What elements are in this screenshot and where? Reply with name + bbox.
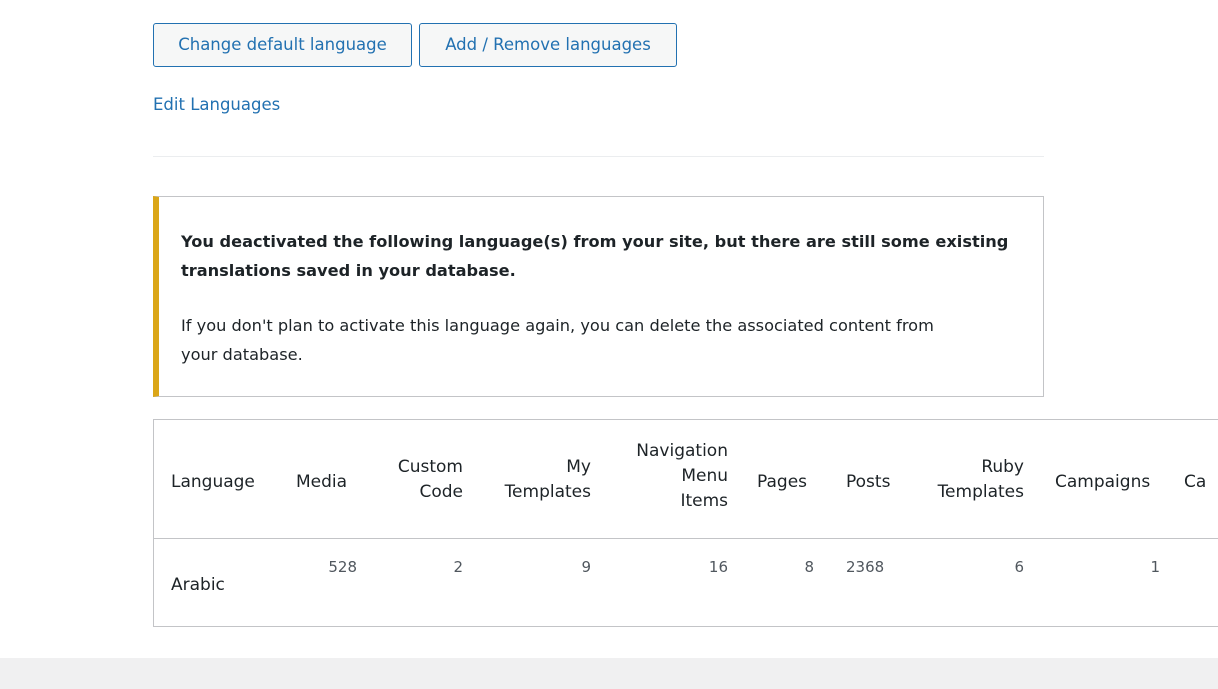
notice-heading: You deactivated the following language(s…	[181, 227, 1021, 285]
notice-heading-line-1: You deactivated the following language(s…	[181, 232, 1009, 251]
column-header-posts: Posts	[846, 472, 891, 492]
column-header-my-templates-line-2: Templates	[504, 482, 591, 502]
column-header-ruby-templates-line-1: Ruby	[981, 457, 1024, 477]
column-header-truncated: Ca	[1184, 472, 1207, 492]
notice-body-line-2: your database.	[181, 345, 303, 364]
column-header-pages: Pages	[757, 472, 808, 492]
column-header-navigation-menu-items: Navigation Menu Items	[612, 439, 728, 514]
deactivated-languages-notice: You deactivated the following language(s…	[153, 196, 1044, 397]
column-header-custom-code-line-2: Code	[419, 482, 463, 502]
column-header-custom-code: Custom Code	[380, 455, 463, 505]
column-header-ruby-templates: Ruby Templates	[914, 455, 1024, 505]
column-header-navigation-line-1: Navigation	[636, 441, 728, 461]
cell-campaigns: 1	[1150, 558, 1160, 576]
column-header-language: Language	[171, 472, 255, 492]
notice-body: If you don't plan to activate this langu…	[181, 311, 1021, 369]
deactivated-languages-table: Language Media Custom Code My Templates …	[153, 419, 1218, 627]
cell-language: Arabic	[171, 575, 225, 595]
column-header-my-templates-line-1: My	[566, 457, 591, 477]
column-header-navigation-line-2: Menu	[681, 466, 728, 486]
column-header-campaigns: Campaigns	[1055, 472, 1151, 492]
cell-navigation-menu-items: 16	[708, 558, 728, 576]
cell-pages: 8	[804, 558, 814, 576]
edit-languages-link[interactable]: Edit Languages	[153, 95, 280, 114]
column-header-media: Media	[296, 472, 348, 492]
column-header-navigation-line-3: Items	[680, 491, 728, 511]
cell-posts: 2368	[846, 558, 885, 576]
cell-media: 528	[328, 558, 357, 576]
footer-bar	[0, 658, 1218, 689]
cell-custom-code: 2	[453, 558, 463, 576]
notice-heading-line-2: translations saved in your database.	[181, 261, 516, 280]
column-header-my-templates: My Templates	[484, 455, 591, 505]
cell-my-templates: 9	[581, 558, 591, 576]
header-row-divider	[154, 538, 1218, 539]
column-header-custom-code-line-1: Custom	[397, 457, 463, 477]
section-divider	[153, 156, 1044, 157]
column-header-ruby-templates-line-2: Templates	[937, 482, 1024, 502]
add-remove-languages-button[interactable]: Add / Remove languages	[419, 23, 677, 67]
notice-body-line-1: If you don't plan to activate this langu…	[181, 316, 934, 335]
cell-ruby-templates: 6	[1014, 558, 1024, 576]
language-settings-page: Change default language Add / Remove lan…	[0, 0, 1218, 689]
change-default-language-button[interactable]: Change default language	[153, 23, 412, 67]
